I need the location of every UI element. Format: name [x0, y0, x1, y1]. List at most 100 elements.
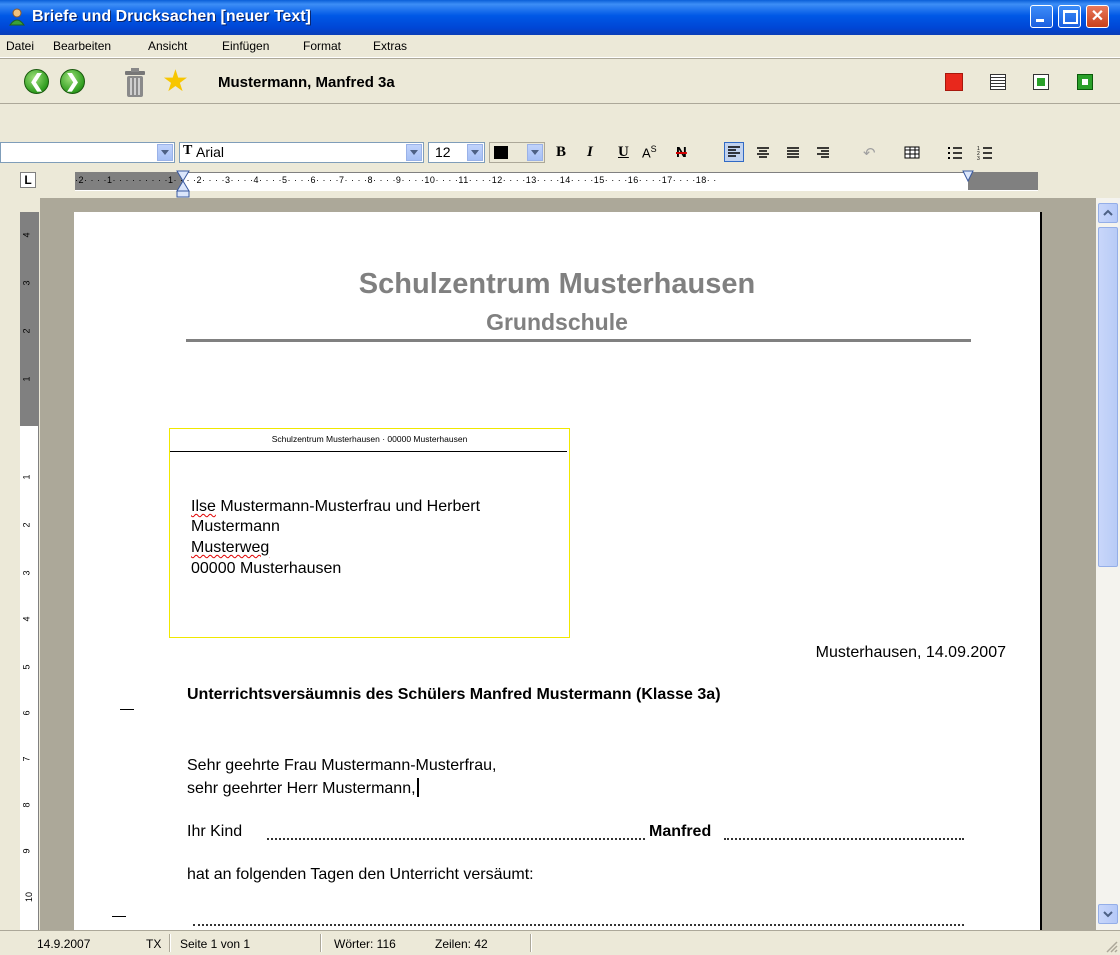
undo-icon[interactable]: ↶ [863, 144, 876, 162]
title-bar: Briefe und Drucksachen [neuer Text] ✕ [0, 0, 1120, 35]
sender-divider [170, 451, 567, 452]
font-size-value: 12 [435, 144, 451, 160]
sender-line: Schulzentrum Musterhausen · 00000 Muster… [271, 434, 468, 444]
bold-button[interactable]: B [556, 144, 566, 161]
chevron-down-icon [1103, 911, 1113, 918]
strikethrough-button[interactable]: N [676, 144, 687, 161]
font-color-select[interactable] [489, 142, 545, 163]
vruler-label: 1 [21, 474, 32, 480]
menu-ansicht[interactable]: Ansicht [148, 39, 187, 53]
document-area: Schulzentrum Musterhausen Grundschule Sc… [40, 198, 1096, 930]
document-list-icon[interactable] [990, 74, 1006, 90]
align-right-icon[interactable] [814, 144, 832, 162]
letterhead-title: Schulzentrum Musterhausen [358, 268, 756, 300]
align-justify-icon[interactable] [784, 144, 802, 162]
chevron-up-icon [1103, 209, 1113, 216]
minimize-button[interactable] [1030, 5, 1053, 28]
address-line-1-rest: Mustermann-Musterfrau und Herbert [215, 498, 481, 515]
superscript-label: A [642, 145, 651, 161]
address-line-3-text: Musterweg [191, 539, 270, 556]
scroll-up-button[interactable] [1098, 203, 1118, 223]
child-fill-line-1[interactable] [267, 838, 645, 840]
child-label: Ihr Kind [187, 823, 243, 840]
vruler-label: 4 [21, 616, 32, 622]
student-name: Mustermann, Manfred 3a [218, 74, 395, 91]
bullet-list-icon[interactable] [946, 144, 964, 162]
address-line-4: 00000 Musterhausen [191, 560, 342, 577]
vruler-label: 3 [21, 570, 32, 576]
status-mode: TX [146, 937, 162, 951]
superscript-button[interactable]: AS [642, 144, 657, 160]
scroll-down-button[interactable] [1098, 904, 1118, 924]
letter-date: Musterhausen, 14.09.2007 [815, 644, 1006, 661]
address-line-1-spellcheck: Ilse [191, 498, 216, 515]
vruler-label: 4 [21, 232, 32, 238]
vertical-scrollbar[interactable] [1096, 198, 1120, 930]
menu-extras[interactable]: Extras [373, 39, 407, 53]
underline-button[interactable]: U [618, 144, 629, 161]
vruler-label: 1 [21, 376, 32, 382]
vertical-ruler: 4 3 2 1 1 2 3 4 5 6 7 8 9 10 [20, 212, 39, 930]
font-select-value: Arial [196, 144, 225, 160]
scroll-thumb[interactable] [1098, 227, 1118, 567]
arrow-left-icon: ❮ [28, 71, 45, 91]
vertical-ruler-margin [20, 212, 38, 426]
vruler-label: 7 [21, 756, 32, 762]
back-button[interactable]: ❮ [24, 69, 49, 94]
child-fill-line-2[interactable] [724, 838, 964, 840]
ruler-margin-right [968, 173, 1038, 190]
table-icon[interactable] [903, 144, 921, 162]
vruler-label: 9 [21, 848, 32, 854]
letterhead-subtitle: Grundschule [486, 309, 628, 335]
font-size-select[interactable]: 12 [428, 142, 485, 163]
salutation-line-2: sehr geehrter Herr Mustermann, [187, 778, 419, 798]
forward-button[interactable]: ❯ [60, 69, 85, 94]
svg-text:3: 3 [977, 156, 980, 162]
chevron-down-icon [157, 144, 173, 161]
letterhead-rule [186, 339, 971, 342]
window-title: Briefe und Drucksachen [neuer Text] [32, 8, 311, 25]
salutation-line-2-text: sehr geehrter Herr Mustermann, [187, 780, 416, 797]
indent-marker-icon[interactable] [175, 169, 191, 199]
italic-button[interactable]: I [587, 144, 593, 161]
status-page: Seite 1 von 1 [180, 937, 251, 951]
arrow-right-icon: ❯ [64, 71, 81, 91]
color-swatch [494, 146, 508, 159]
missed-days-text: hat an folgenden Tagen den Unterricht ve… [187, 866, 534, 883]
missed-days-fill-line[interactable] [193, 924, 964, 926]
menu-format[interactable]: Format [303, 39, 341, 53]
vruler-label: 2 [21, 328, 32, 334]
insert-field-icon[interactable] [1033, 74, 1049, 90]
ruler-scale: ·2· · · ·1· · · · · · · · ·1· · · ·2· · … [75, 175, 717, 185]
style-select[interactable] [0, 142, 175, 163]
close-button[interactable]: ✕ [1086, 5, 1109, 28]
maximize-button[interactable] [1058, 5, 1081, 28]
field-green-icon[interactable] [1077, 74, 1093, 90]
chevron-down-icon [467, 144, 483, 161]
close-icon: ✕ [1090, 8, 1105, 25]
vruler-label: 2 [21, 522, 32, 528]
tab-stop-selector[interactable]: L [20, 172, 36, 188]
trash-icon[interactable] [122, 68, 148, 98]
salutation-line-1: Sehr geehrte Frau Mustermann-Musterfrau, [187, 757, 497, 774]
horizontal-ruler[interactable]: ·2· · · ·1· · · · · · · · ·1· · · ·2· · … [75, 169, 1038, 198]
numbered-list-icon[interactable]: 123 [976, 144, 994, 162]
document-page[interactable]: Schulzentrum Musterhausen Grundschule Sc… [74, 212, 1042, 930]
menu-einfuegen[interactable]: Einfügen [222, 39, 269, 53]
menu-bearbeiten[interactable]: Bearbeiten [53, 39, 111, 53]
superscript-mark: S [650, 144, 657, 154]
stop-button[interactable] [945, 73, 963, 91]
resize-grip-icon[interactable] [1104, 939, 1118, 953]
vruler-label: 6 [21, 710, 32, 716]
address-line-1: Ilse Mustermann-Musterfrau und Herbert [191, 498, 480, 516]
font-select[interactable]: T Arial [179, 142, 424, 163]
align-left-button[interactable] [724, 142, 744, 162]
truetype-icon: T [183, 143, 193, 158]
favorite-star-icon[interactable]: ★ [162, 67, 189, 97]
align-center-icon[interactable] [754, 144, 772, 162]
status-bar: 14.9.2007 TX Seite 1 von 1 Wörter: 116 Z… [0, 930, 1120, 955]
menu-datei[interactable]: Datei [6, 39, 34, 53]
right-indent-marker-icon[interactable] [961, 169, 975, 183]
child-name: Manfred [649, 823, 712, 840]
app-user-icon [9, 8, 25, 26]
